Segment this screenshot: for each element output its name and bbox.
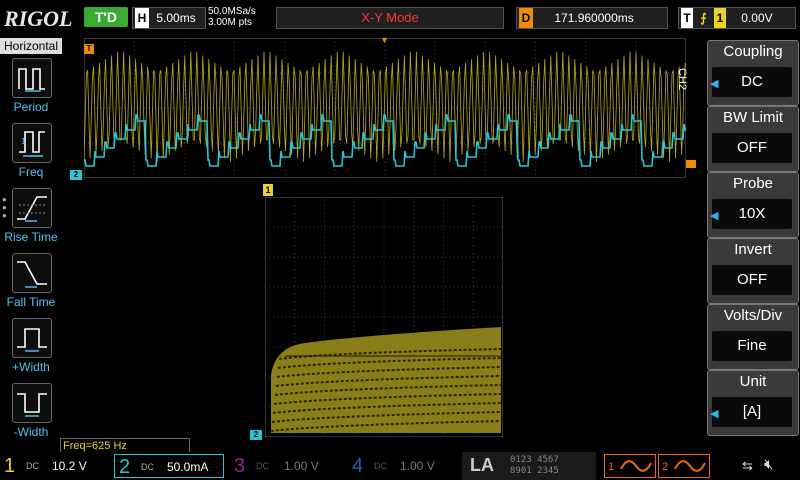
period-icon xyxy=(12,58,52,98)
ch4-number: 4 xyxy=(352,455,364,477)
rising-edge-icon: ⨍ xyxy=(700,11,707,25)
generator-1-status[interactable]: 1 xyxy=(604,454,656,478)
sine-wave-icon xyxy=(674,460,706,472)
menu-invert-title: Invert xyxy=(734,241,772,258)
pos-width-icon xyxy=(12,318,52,358)
menu-channel-tag: CH2 xyxy=(676,68,688,91)
trigger-time-marker[interactable]: ▼ xyxy=(380,36,389,45)
ch1-xy-marker[interactable]: 1 xyxy=(263,184,273,196)
measure-pos-width-label: +Width xyxy=(12,360,50,374)
menu-unit-title: Unit xyxy=(739,373,767,390)
ch1-number: 1 xyxy=(4,455,16,477)
trigger-source: 1 xyxy=(713,8,726,28)
menu-unit[interactable]: Unit [A] ◀ xyxy=(707,370,799,436)
measure-period[interactable]: Period xyxy=(0,58,62,122)
menu-invert-value: OFF xyxy=(712,265,792,295)
trigger-settings[interactable]: T ⨍ 1 0.00V xyxy=(678,7,796,29)
measure-fall-time-label: Fall Time xyxy=(6,295,56,309)
ch2-xy-marker[interactable]: 2 xyxy=(250,430,262,440)
trigger-label: T xyxy=(681,8,693,28)
generator-1-number: 1 xyxy=(608,461,615,473)
delay-label: D xyxy=(519,8,533,28)
ch1-waveform xyxy=(84,51,686,163)
trigger-status-badge: T'D xyxy=(84,7,128,27)
acquisition-info: 50.0MSa/s 3.00M pts xyxy=(208,6,256,28)
display-mode: X-Y Mode xyxy=(276,7,504,29)
generator-2-number: 2 xyxy=(662,461,669,473)
menu-coupling-value: DC xyxy=(712,67,792,97)
measure-neg-width-label: -Width xyxy=(13,425,49,439)
freq-icon: 1 xyxy=(12,123,52,163)
menu-coupling[interactable]: Coupling DC ◀ xyxy=(707,40,799,106)
neg-width-icon xyxy=(12,383,52,423)
ch2-yt-offset-marker[interactable]: 2 xyxy=(70,170,82,180)
logic-channels-row2: 8901 2345 xyxy=(510,466,559,476)
ch2-scale: 50.0mA xyxy=(167,460,209,474)
xy-display-area xyxy=(265,197,503,437)
measure-category-title: Horizontal xyxy=(0,38,62,54)
ch4-scale: 1.00 V xyxy=(400,459,435,473)
ch2-status[interactable]: 2 DC 50.0mA xyxy=(114,454,224,478)
speaker-muted-icon[interactable]: 🔇︎ xyxy=(764,456,773,473)
measure-rise-time-label: Rise Time xyxy=(4,230,58,244)
ch3-scale: 1.00 V xyxy=(284,459,319,473)
measure-pos-width[interactable]: +Width xyxy=(0,318,62,382)
measure-neg-width[interactable]: -Width xyxy=(0,383,62,447)
ch1-status[interactable]: 1 DC 10.2 V xyxy=(0,454,112,478)
usb-icon: ⇆ xyxy=(742,458,753,473)
menu-unit-value: [A] xyxy=(712,397,792,427)
menu-probe-value: 10X xyxy=(712,199,792,229)
svg-text:1: 1 xyxy=(21,137,26,146)
menu-probe-title: Probe xyxy=(732,175,774,192)
ch3-number: 3 xyxy=(234,455,246,477)
menu-volts-div[interactable]: Volts/Div Fine xyxy=(707,304,799,370)
menu-probe-arrow-icon: ◀ xyxy=(710,210,719,222)
delay-value: 171.960000ms xyxy=(554,11,634,25)
rise-time-icon xyxy=(12,188,52,228)
horizontal-timebase[interactable]: H 5.00ms xyxy=(132,7,206,29)
ch3-coupling: DC xyxy=(256,461,269,471)
logic-analyzer-status[interactable]: LA 0123 4567 8901 2345 xyxy=(462,452,596,480)
xy-lissajous-plot xyxy=(270,327,502,433)
menu-coupling-title: Coupling xyxy=(723,43,783,60)
trigger-position-marker[interactable]: T xyxy=(84,44,94,54)
ch1-coupling: DC xyxy=(26,461,39,471)
measure-freq-label: Freq xyxy=(18,165,44,179)
sample-rate: 50.0MSa/s xyxy=(208,6,256,17)
horizontal-label: H xyxy=(135,8,149,28)
brand-logo: RIGOL xyxy=(4,6,73,31)
menu-probe[interactable]: Probe 10X ◀ xyxy=(707,172,799,238)
ch3-status[interactable]: 3 DC 1.00 V xyxy=(230,454,340,478)
menu-bw-limit-title: BW Limit xyxy=(723,109,783,126)
menu-coupling-arrow-icon: ◀ xyxy=(710,78,719,90)
menu-volts-div-title: Volts/Div xyxy=(723,307,783,324)
memory-depth: 3.00M pts xyxy=(208,17,252,28)
ch2-coupling: DC xyxy=(141,462,154,472)
fall-time-icon xyxy=(12,253,52,293)
menu-bw-limit[interactable]: BW Limit OFF xyxy=(707,106,799,172)
horizontal-value: 5.00ms xyxy=(156,11,196,25)
menu-bw-limit-value: OFF xyxy=(712,133,792,163)
horizontal-delay[interactable]: D 171.960000ms xyxy=(516,7,668,29)
yt-waveform-area xyxy=(84,38,686,178)
measure-rise-time[interactable]: Rise Time xyxy=(0,188,62,252)
menu-invert[interactable]: Invert OFF xyxy=(707,238,799,304)
sine-wave-icon xyxy=(620,460,652,472)
ch1-scale: 10.2 V xyxy=(52,459,87,473)
trigger-level: 0.00V xyxy=(741,11,773,25)
menu-volts-div-value: Fine xyxy=(712,331,792,361)
generator-2-status[interactable]: 2 xyxy=(658,454,710,478)
menu-unit-arrow-icon: ◀ xyxy=(710,408,719,420)
ch4-status[interactable]: 4 DC 1.00 V xyxy=(348,454,458,478)
trigger-level-marker[interactable] xyxy=(686,160,696,168)
ch2-number: 2 xyxy=(119,456,131,478)
measure-fall-time[interactable]: Fall Time xyxy=(0,253,62,317)
logic-channels-row1: 0123 4567 xyxy=(510,455,559,465)
ch4-coupling: DC xyxy=(374,461,387,471)
measure-freq[interactable]: 1 Freq xyxy=(0,123,62,187)
logic-analyzer-label: LA xyxy=(470,455,494,475)
measure-period-label: Period xyxy=(13,100,49,114)
